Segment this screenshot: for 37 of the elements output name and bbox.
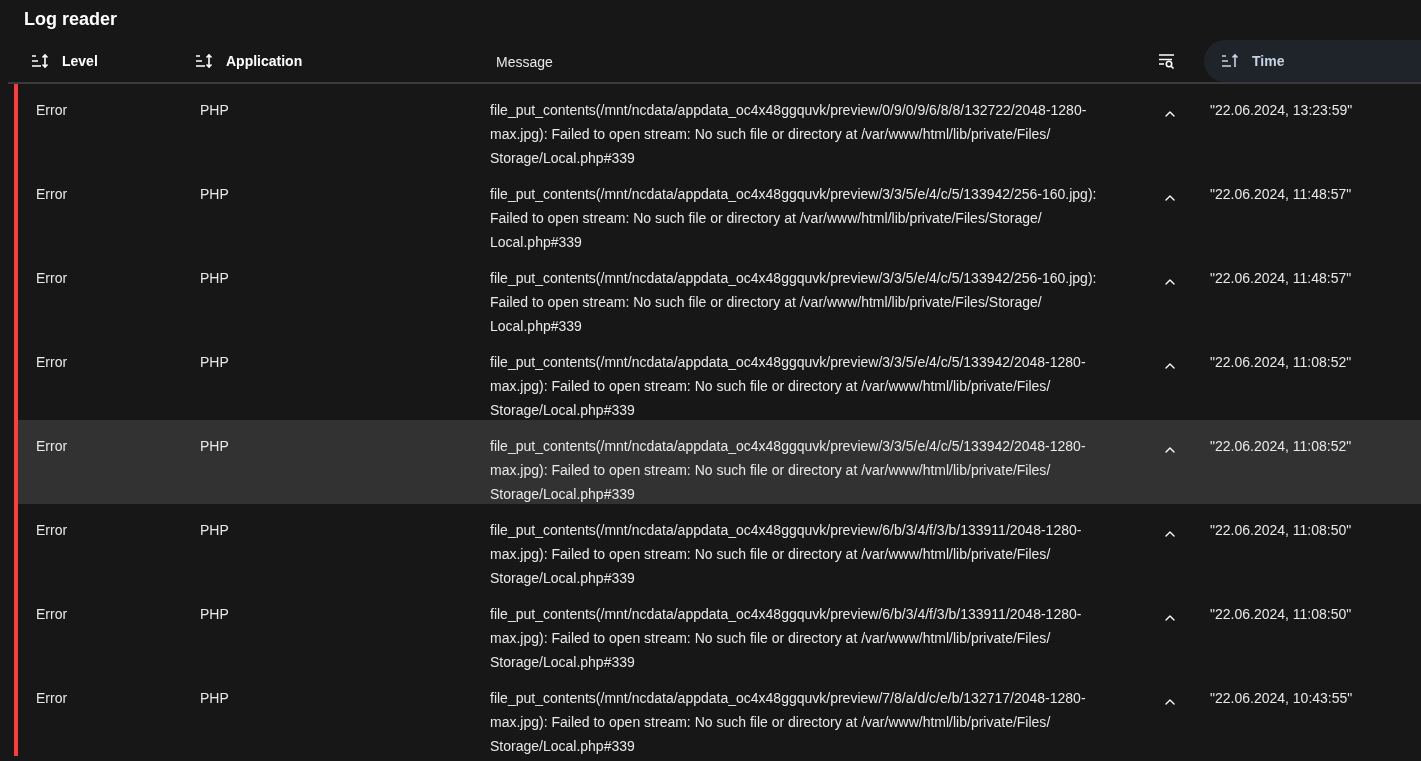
message-cell-text: file_put_contents(/mnt/ncdata/appdata_oc4x48ggquvk/preview/6/b/3/4/f/3/b/133911/2048-1280-max.jpg): Failed to open stream: No such file or directory at /var/www/html/lib/private/Files/Storage/Local.php#339 <box>490 605 1083 672</box>
level-cell: Error <box>36 690 68 706</box>
message-cell-text: file_put_contents(/mnt/ncdata/appdata_oc4x48ggquvk/preview/6/b/3/4/f/3/b/133911/2048-1280-max.jpg): Failed to open stream: No such file or directory at /var/www/html/lib/private/Files/Storage/Local.php#339 <box>490 521 1083 588</box>
level-cell: Error <box>36 354 68 370</box>
application-cell: PHP <box>200 606 229 622</box>
time-cell: "22.06.2024, 11:08:52" <box>1210 438 1352 454</box>
application-cell: PHP <box>200 354 229 370</box>
time-cell: "22.06.2024, 13:23:59" <box>1210 102 1353 118</box>
message-cell-text: file_put_contents(/mnt/ncdata/appdata_oc4x48ggquvk/preview/0/9/0/9/6/8/8/132722/2048-1280-max.jpg): Failed to open stream: No such file or directory at /var/www/html/lib/private/Files/Storage/Local.php#339 <box>490 101 1088 168</box>
level-cell: Error <box>36 438 68 454</box>
time-cell: "22.06.2024, 11:08:50" <box>1210 606 1352 622</box>
message-cell-text: file_put_contents(/mnt/ncdata/appdata_oc4x48ggquvk/preview/7/8/a/d/c/e/b/132717/2048-1280-max.jpg): Failed to open stream: No such file or directory at /var/www/html/lib/private/Files/Storage/Local.php#339 <box>490 689 1087 756</box>
column-header[interactable]: Time <box>1204 40 1421 82</box>
level-cell: Error <box>36 270 68 286</box>
time-cell: "22.06.2024, 11:08:50" <box>1210 522 1352 538</box>
column-header[interactable]: Level <box>30 40 110 82</box>
application-cell: PHP <box>200 522 229 538</box>
column-header: Message <box>495 52 554 72</box>
message-cell-text: file_put_contents(/mnt/ncdata/appdata_oc4x48ggquvk/preview/3/3/5/e/4/c/5/133942/2048-1280-max.jpg): Failed to open stream: No such file or directory at /var/www/html/lib/private/Files/Storage/Local.php#339 <box>490 353 1087 420</box>
application-cell: PHP <box>200 186 229 202</box>
level-cell: Error <box>36 522 68 538</box>
page-title: Log reader <box>24 8 118 31</box>
column-header[interactable]: Application <box>194 40 315 82</box>
time-cell: "22.06.2024, 11:48:57" <box>1210 186 1352 202</box>
time-cell: "22.06.2024, 10:43:55" <box>1210 690 1353 706</box>
level-cell: Error <box>36 102 68 118</box>
application-cell: PHP <box>200 102 229 118</box>
time-cell: "22.06.2024, 11:48:57" <box>1210 270 1352 286</box>
message-cell-text: file_put_contents(/mnt/ncdata/appdata_oc4x48ggquvk/preview/3/3/5/e/4/c/5/133942/256-160.jpg): Failed to open stream: No such file or directory at /var/www/html/lib/private/Files/Storage/Local.php#339 <box>490 269 1098 336</box>
message-cell-text: file_put_contents(/mnt/ncdata/appdata_oc4x48ggquvk/preview/3/3/5/e/4/c/5/133942/2048-1280-max.jpg): Failed to open stream: No such file or directory at /var/www/html/lib/private/Files/Storage/Local.php#339 <box>490 437 1087 504</box>
application-cell: PHP <box>200 438 229 454</box>
application-cell: PHP <box>200 690 229 706</box>
time-cell: "22.06.2024, 11:08:52" <box>1210 354 1352 370</box>
level-cell: Error <box>36 606 68 622</box>
level-cell: Error <box>36 186 68 202</box>
message-cell-text: file_put_contents(/mnt/ncdata/appdata_oc4x48ggquvk/preview/3/3/5/e/4/c/5/133942/256-160.jpg): Failed to open stream: No such file or directory at /var/www/html/lib/private/Files/Storage/Local.php#339 <box>490 185 1098 252</box>
application-cell: PHP <box>200 270 229 286</box>
